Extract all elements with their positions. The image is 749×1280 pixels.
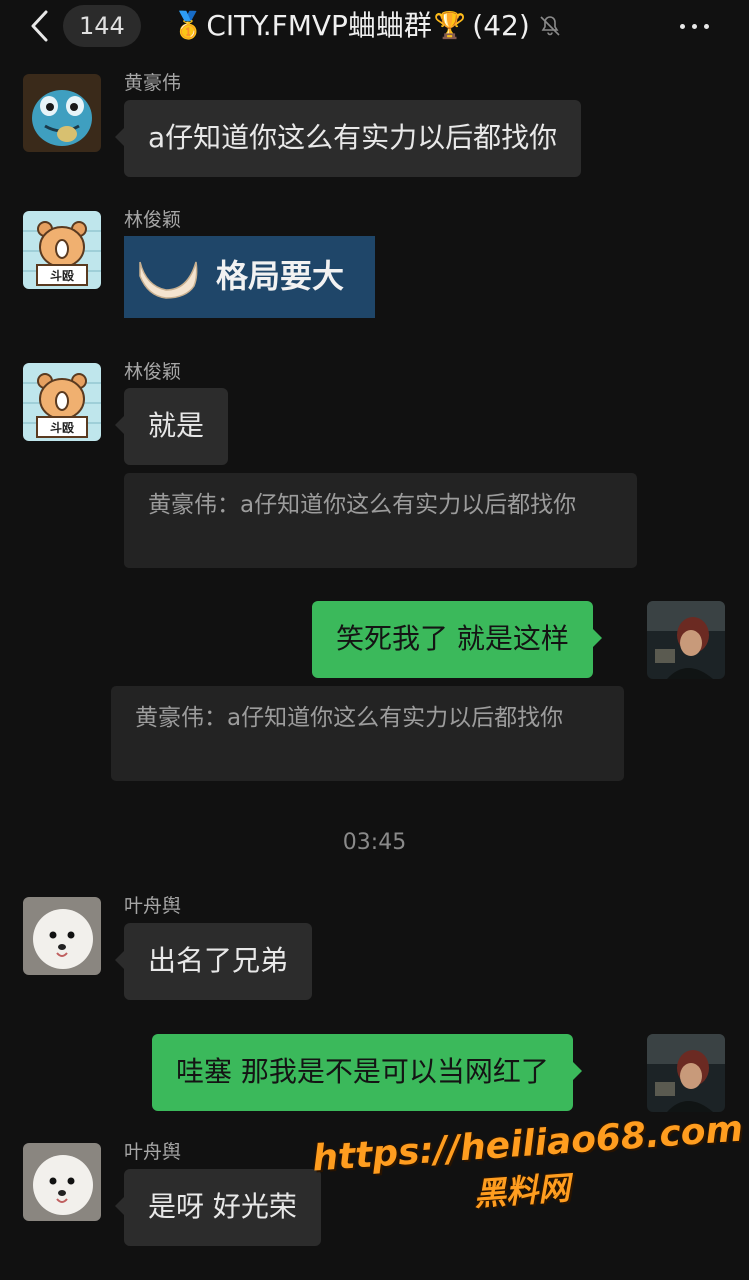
message-text: 笑死我了 就是这样 <box>336 622 569 655</box>
message-text: 哇塞 那我是不是可以当网红了 <box>176 1055 549 1088</box>
watermark: https://heiliao68.com 黑料网 <box>311 1109 744 1214</box>
message-bubble[interactable]: 是呀 好光荣 <box>115 1169 321 1246</box>
self-photo-avatar[interactable] <box>647 601 725 679</box>
sender-name: 林俊颖 <box>124 361 182 383</box>
mute-bell-icon <box>540 16 560 36</box>
chat-title[interactable]: 🥇 CITY.FMVP蛐蛐群 🏆 (42) <box>170 6 562 46</box>
medal-icon: 🥇 <box>172 11 205 41</box>
message-text: 是呀 好光荣 <box>148 1190 297 1223</box>
sender-name: 叶舟舆 <box>124 1141 182 1163</box>
chat-header: 144 🥇 CITY.FMVP蛐蛐群 🏆 (42) <box>0 0 749 54</box>
hand-pinch-icon <box>139 261 198 299</box>
self-photo-avatar[interactable] <box>647 1034 725 1112</box>
sticker-message[interactable]: 格局要大 <box>124 236 375 318</box>
trophy-icon: 🏆 <box>433 11 467 41</box>
message-bubble[interactable]: 出名了兄弟 <box>114 923 313 1000</box>
message-bubble[interactable]: 就是 <box>114 388 229 465</box>
more-dots-icon[interactable] <box>676 12 714 40</box>
message-bubble-outgoing[interactable]: 哇塞 那我是不是可以当网红了 <box>152 1034 582 1111</box>
sender-name: 黄豪伟 <box>124 72 182 94</box>
sender-name: 叶舟舆 <box>124 895 182 917</box>
bear-doudou-avatar[interactable]: 斗殴 <box>23 211 101 289</box>
white-dog-avatar[interactable] <box>23 897 101 975</box>
message-text: 就是 <box>148 409 205 442</box>
unread-count-badge[interactable]: 144 <box>63 5 141 47</box>
sticker-text: 格局要大 <box>216 257 345 295</box>
bear-sign-text: 斗殴 <box>50 268 74 283</box>
white-dog-avatar[interactable] <box>23 1143 101 1221</box>
timestamp: 03:45 <box>342 830 407 855</box>
message-bubble-outgoing[interactable]: 笑死我了 就是这样 <box>312 601 602 678</box>
bear-doudou-avatar[interactable]: 斗殴 <box>23 363 101 441</box>
chat-title-text: CITY.FMVP蛐蛐群 <box>206 9 432 42</box>
member-count: (42) <box>472 9 530 42</box>
message-text: a仔知道你这么有实力以后都找你 <box>148 121 558 154</box>
bear-sign-text: 斗殴 <box>50 420 74 435</box>
message-bubble[interactable]: a仔知道你这么有实力以后都找你 <box>114 100 582 177</box>
sender-name: 林俊颖 <box>124 209 182 231</box>
back-chevron-icon[interactable] <box>28 8 52 44</box>
message-text: 出名了兄弟 <box>148 944 289 977</box>
quoted-message[interactable]: 黄豪伟：a仔知道你这么有实力以后都找你 <box>124 473 637 568</box>
quoted-message[interactable]: 黄豪伟：a仔知道你这么有实力以后都找你 <box>111 686 624 781</box>
monster-avatar[interactable] <box>23 74 101 152</box>
